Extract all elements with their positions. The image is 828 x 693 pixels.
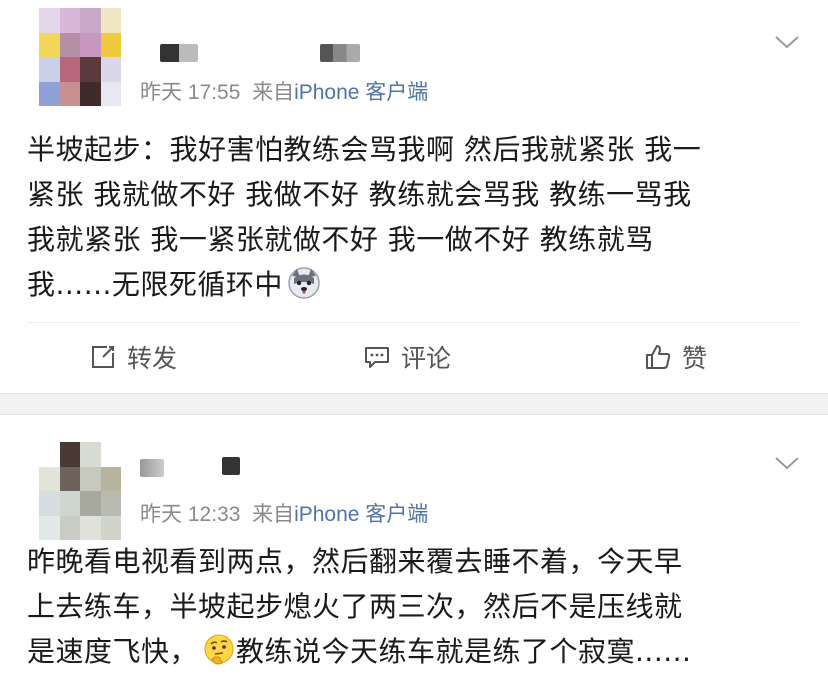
post-time: 昨天 12:33 [140, 503, 241, 526]
post-actions: 转发 评论 赞 [27, 322, 800, 393]
like-button[interactable]: 赞 [644, 339, 707, 375]
content-line-last: 我......无限死循环中 [27, 262, 800, 307]
post-content: 昨晚看电视看到两点，然后翻来覆去睡不着，今天早 上去练车，半坡起步熄火了两三次，… [27, 539, 800, 674]
content-line: 昨晚看电视看到两点，然后翻来覆去睡不着，今天早 [27, 545, 683, 578]
like-label: 赞 [682, 344, 708, 373]
avatar[interactable] [39, 8, 121, 106]
comment-button[interactable]: 评论 [363, 339, 451, 375]
chevron-down-icon[interactable] [774, 455, 800, 471]
content-line: 紧张 我就做不好 我做不好 教练就会骂我 教练一骂我 [27, 178, 692, 211]
thumbs-up-icon [646, 345, 671, 369]
comment-label: 评论 [401, 344, 452, 373]
thinking-face-emoji-icon [204, 634, 234, 665]
from-label: 来自 [252, 503, 295, 526]
content-line: 我......无限死循环中 [27, 268, 283, 301]
from-label: 来自 [252, 81, 295, 104]
husky-emoji-icon [288, 267, 320, 299]
repost-icon [92, 346, 114, 368]
content-line: 是速度飞快， [27, 635, 199, 668]
content-line: 教练说今天练车就是练了个寂寞...... [236, 635, 692, 668]
post-meta: 昨天 12:33 来自iPhone 客户端 [140, 498, 428, 528]
weibo-post-2: 昨天 12:33 来自iPhone 客户端 昨晚看电视看到两点，然后翻来覆去睡不… [0, 415, 828, 693]
post-content: 半坡起步：我好害怕教练会骂我啊 然后我就紧张 我一 紧张 我就做不好 我做不好 … [27, 127, 800, 307]
username-blurred-2 [320, 44, 360, 62]
post-time: 昨天 17:55 [140, 81, 241, 104]
weibo-post-1: 昨天 17:55 来自iPhone 客户端 半坡起步：我好害怕教练会骂我啊 然后… [0, 0, 828, 393]
repost-button[interactable]: 转发 [89, 339, 177, 375]
avatar[interactable] [39, 442, 121, 540]
repost-label: 转发 [127, 344, 178, 373]
username-blurred[interactable] [160, 44, 198, 62]
post-source[interactable]: iPhone 客户端 [294, 503, 428, 526]
chevron-down-icon[interactable] [774, 34, 800, 50]
post-source[interactable]: iPhone 客户端 [294, 81, 428, 104]
content-line: 上去练车，半坡起步熄火了两三次，然后不是压线就 [27, 590, 683, 623]
username-blurred[interactable] [140, 459, 164, 477]
username-blurred-2 [222, 457, 240, 475]
post-meta: 昨天 17:55 来自iPhone 客户端 [140, 76, 428, 106]
comment-icon [365, 347, 389, 368]
content-line: 我就紧张 我一紧张就做不好 我一做不好 教练就骂 [27, 223, 654, 256]
content-line-last: 是速度飞快， 教练说今天练车就是练了个寂寞...... [27, 629, 800, 674]
content-line: 半坡起步：我好害怕教练会骂我啊 然后我就紧张 我一 [27, 133, 702, 166]
post-separator [0, 393, 828, 415]
